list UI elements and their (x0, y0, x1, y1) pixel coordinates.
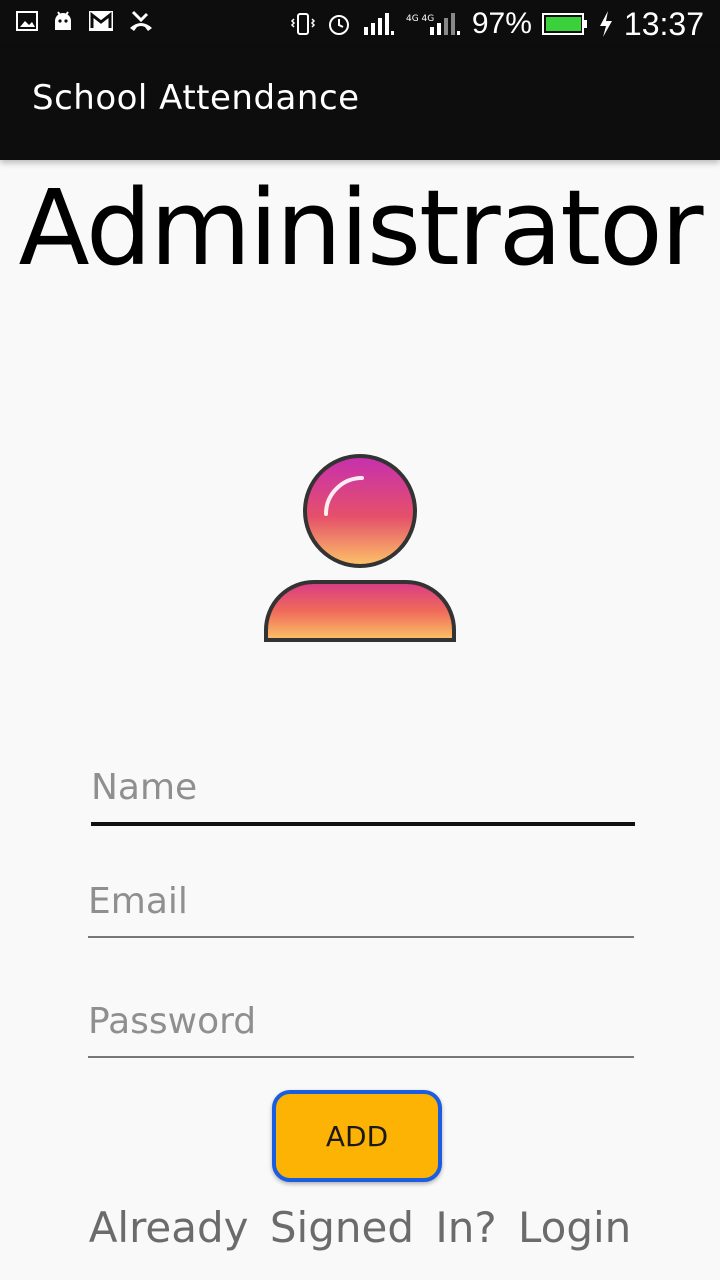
page-title: Administrator (18, 167, 704, 289)
vibrate-icon (290, 11, 316, 37)
login-link[interactable]: Already Signed In? Login (0, 1200, 720, 1256)
battery-percent: 97% (471, 7, 532, 40)
password-field (88, 986, 634, 1058)
notification-icons (16, 10, 154, 32)
gallery-icon (16, 10, 38, 32)
clock: 13:37 (623, 6, 704, 42)
charging-icon (598, 10, 614, 38)
signal-sim2-icon: 4G 4G (406, 11, 462, 37)
app-title: School Attendance (32, 78, 360, 118)
add-button[interactable]: ADD (272, 1090, 442, 1182)
missed-call-icon (128, 10, 154, 32)
svg-text:4G 4G: 4G 4G (406, 14, 434, 24)
battery-icon (541, 12, 588, 36)
name-input[interactable] (91, 752, 635, 822)
email-field (88, 866, 634, 938)
app-bar: School Attendance (0, 48, 720, 160)
android-icon (52, 10, 74, 32)
system-icons: 4G 4G 97% 13:37 (290, 4, 704, 44)
alarm-icon (326, 11, 352, 37)
email-input[interactable] (88, 866, 634, 936)
name-field (91, 752, 635, 826)
status-bar: 4G 4G 97% 13:37 (0, 0, 720, 48)
gmail-icon (88, 10, 114, 32)
signal-sim1-icon (362, 11, 396, 37)
password-input[interactable] (88, 986, 634, 1056)
user-avatar-icon (262, 452, 458, 644)
